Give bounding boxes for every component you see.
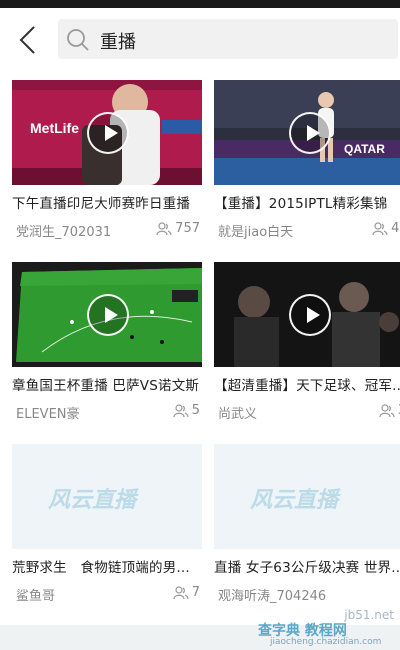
video-card[interactable]: 风云直播 直播 女子63公斤级决赛 世界... 观海听涛_704246 — [214, 444, 400, 616]
user-icon — [173, 403, 189, 417]
video-title[interactable]: 下午直播印尼大师赛昨日重播 — [12, 192, 202, 212]
thumbnail-logo-text: MetLife — [30, 120, 79, 136]
viewer-number: 757 — [175, 221, 200, 236]
video-thumbnail[interactable] — [12, 262, 202, 367]
placeholder-logo: 风云直播 — [250, 488, 339, 513]
video-meta: 鲨鱼哥 7 — [12, 585, 202, 604]
thumbnail-logo-text: QATAR — [344, 142, 385, 156]
video-title[interactable]: 【重播】2015IPTL精彩集锦 — [214, 192, 400, 212]
video-card[interactable]: MetLife 下午直播印尼大师赛昨日重播 党润生_702031 757 — [12, 80, 202, 252]
viewer-number: 5 — [191, 403, 200, 418]
video-card[interactable]: 【超清重播】天下足球、冠军... 尚武义 3 — [214, 262, 400, 434]
play-icon[interactable] — [87, 112, 129, 154]
video-thumbnail[interactable]: MetLife — [12, 80, 202, 185]
user-icon — [173, 585, 189, 599]
video-meta: ELEVEN豪 5 — [12, 403, 202, 422]
video-title[interactable]: 荒野求生 食物链顶端的男... — [12, 556, 202, 576]
video-meta: 党润生_702031 757 — [12, 221, 202, 240]
video-title[interactable]: 直播 女子63公斤级决赛 世界... — [214, 556, 400, 576]
viewer-count: 757 — [156, 221, 200, 236]
watermark-url: jiaocheng.chazidian.com — [270, 637, 382, 647]
status-bar — [0, 0, 400, 8]
watermark-site: jb51.net — [344, 608, 394, 622]
video-thumbnail-placeholder[interactable]: 风云直播 — [12, 444, 202, 549]
video-meta: 观海听涛_704246 — [214, 585, 400, 604]
play-icon[interactable] — [87, 294, 129, 336]
video-thumbnail-placeholder[interactable]: 风云直播 — [214, 444, 400, 549]
play-icon[interactable] — [289, 112, 331, 154]
viewer-count: 7 — [173, 585, 200, 600]
author-name: 党润生_702031 — [16, 225, 112, 240]
viewer-number: 7 — [191, 585, 200, 600]
video-meta: 就是jiao白天 429 — [214, 221, 400, 240]
viewer-count: 429 — [372, 221, 400, 236]
video-thumbnail[interactable] — [214, 262, 400, 367]
user-icon — [379, 403, 395, 417]
user-icon — [156, 221, 172, 235]
video-card[interactable]: QATAR 【重播】2015IPTL精彩集锦 就是jiao白天 429 — [214, 80, 400, 252]
user-icon — [372, 221, 388, 235]
search-query: 重播 — [100, 32, 136, 53]
author-name: 观海听涛_704246 — [218, 589, 327, 604]
video-title[interactable]: 章鱼国王杯重播 巴萨VS诺文斯 — [12, 374, 202, 394]
video-title[interactable]: 【超清重播】天下足球、冠军... — [214, 374, 400, 394]
author-name: 尚武义 — [218, 407, 258, 422]
author-name: 鲨鱼哥 — [16, 589, 56, 604]
search-header: 重播 — [0, 8, 400, 72]
placeholder-logo: 风云直播 — [48, 488, 137, 513]
video-meta: 尚武义 3 — [214, 403, 400, 422]
viewer-number: 429 — [391, 221, 400, 236]
viewer-count: 3 — [379, 403, 400, 418]
chevron-left-icon — [19, 26, 35, 54]
author-name: 就是jiao白天 — [218, 225, 294, 240]
viewer-count: 5 — [173, 403, 200, 418]
author-name: ELEVEN豪 — [16, 407, 80, 422]
video-thumbnail[interactable]: QATAR — [214, 80, 400, 185]
video-card[interactable]: 章鱼国王杯重播 巴萨VS诺文斯 ELEVEN豪 5 — [12, 262, 202, 434]
play-icon[interactable] — [289, 294, 331, 336]
video-card[interactable]: 风云直播 荒野求生 食物链顶端的男... 鲨鱼哥 7 — [12, 444, 202, 616]
back-button[interactable] — [14, 24, 44, 56]
search-input[interactable]: 重播 — [58, 19, 398, 59]
search-icon — [67, 29, 89, 51]
